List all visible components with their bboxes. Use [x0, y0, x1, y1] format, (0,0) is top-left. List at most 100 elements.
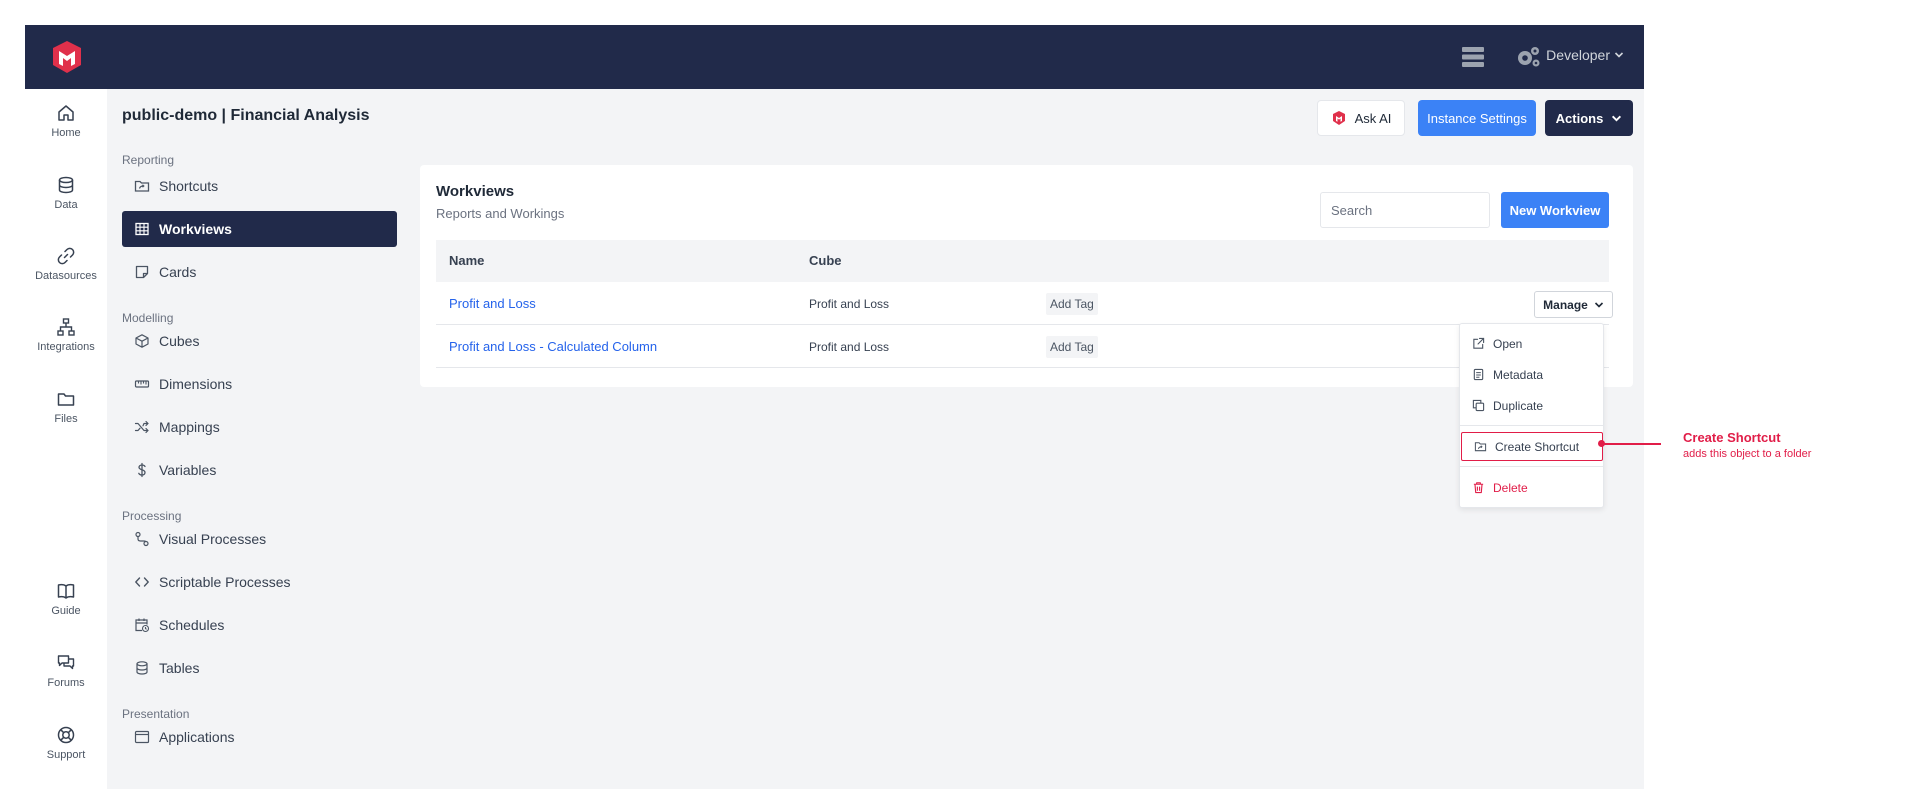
rail-item-label: Forums [47, 677, 85, 689]
sidebar-item-schedules[interactable]: Schedules [122, 607, 397, 643]
rail-item-forums[interactable]: Forums [25, 653, 107, 689]
user-menu-label: Developer [1546, 47, 1610, 63]
rail-item-datasources[interactable]: Datasources [25, 246, 107, 282]
actions-button[interactable]: Actions [1545, 100, 1633, 136]
manage-label: Manage [1543, 297, 1588, 312]
add-tag-button[interactable]: Add Tag [1046, 293, 1098, 315]
trash-icon [1473, 482, 1484, 494]
cube-icon [135, 334, 149, 348]
rail-item-files[interactable]: Files [25, 389, 107, 425]
sidebar-item-label: Dimensions [159, 376, 233, 392]
logo-icon[interactable] [47, 37, 87, 77]
sidebar-item-tables[interactable]: Tables [122, 650, 397, 686]
ruler-icon [134, 380, 150, 388]
menu-item-create-shortcut[interactable]: Create Shortcut [1461, 432, 1603, 461]
sidebar-item-workviews[interactable]: Workviews [122, 211, 397, 247]
sidebar-item-label: Applications [159, 729, 235, 745]
server-icon[interactable] [1460, 45, 1486, 69]
window-icon [134, 730, 150, 744]
rail-item-data[interactable]: Data [25, 175, 107, 211]
chevron-down-icon [1614, 52, 1624, 58]
sidebar-item-scriptable-processes[interactable]: Scriptable Processes [122, 564, 397, 600]
table-icon [135, 222, 149, 236]
card-subtitle: Reports and Workings [436, 206, 565, 221]
menu-item-label: Create Shortcut [1495, 439, 1580, 454]
sidebar-item-label: Visual Processes [159, 531, 267, 547]
workview-link[interactable]: Profit and Loss - Calculated Column [449, 339, 657, 354]
cube-cell: Profit and Loss [809, 340, 890, 354]
sidebar-item-label: Schedules [159, 617, 225, 633]
sidebar-item-label: Workviews [159, 221, 232, 237]
calendar-clock-icon [135, 618, 150, 633]
add-tag-button[interactable]: Add Tag [1046, 336, 1098, 358]
chat-icon [57, 655, 75, 670]
sidebar-item-shortcuts[interactable]: Shortcuts [122, 168, 397, 204]
instance-settings-button[interactable]: Instance Settings [1418, 100, 1536, 136]
database-icon [136, 661, 148, 675]
route-icon [135, 531, 149, 547]
project-sidebar: public-demo | Financial Analysis Reporti… [107, 89, 427, 789]
callout-subtitle: adds this object to a folder [1683, 448, 1812, 460]
sidebar-item-cards[interactable]: Cards [122, 254, 397, 290]
ask-ai-button[interactable]: Ask AI [1317, 100, 1405, 136]
menu-item-label: Metadata [1493, 367, 1544, 382]
top-bar: Developer [25, 25, 1644, 89]
link-icon [57, 247, 75, 265]
search-input[interactable] [1320, 192, 1490, 228]
rail-item-integrations[interactable]: Integrations [25, 317, 107, 353]
shuffle-icon [134, 420, 149, 434]
copy-icon [1472, 399, 1485, 412]
workviews-card: Workviews Reports and Workings New Workv… [420, 165, 1633, 387]
code-icon [135, 577, 149, 587]
logo-icon [1332, 111, 1345, 125]
menu-item-label: Duplicate [1493, 398, 1544, 413]
lifebuoy-icon [57, 726, 75, 744]
card-icon [135, 265, 149, 279]
table-header: Name Cube [436, 240, 1609, 282]
table-row: Profit and Loss Profit and Loss Add Tag … [436, 282, 1613, 325]
user-menu[interactable]: Developer [1546, 47, 1624, 63]
sidebar-item-visual-processes[interactable]: Visual Processes [122, 521, 397, 557]
dollar-icon [138, 462, 146, 478]
database-icon [58, 176, 74, 194]
rail-item-guide[interactable]: Guide [25, 581, 107, 617]
rail-item-label: Data [54, 199, 78, 211]
folder-shortcut-icon [1474, 442, 1487, 452]
rail-item-support[interactable]: Support [25, 725, 107, 761]
sidebar-item-cubes[interactable]: Cubes [122, 323, 397, 359]
menu-divider [1460, 466, 1603, 467]
menu-item-open[interactable]: Open [1460, 329, 1603, 358]
sidebar-item-label: Mappings [159, 419, 220, 435]
menu-item-delete[interactable]: Delete [1460, 473, 1603, 502]
rail-item-label: Datasources [35, 270, 97, 282]
settings-gears-icon[interactable] [1515, 45, 1541, 69]
sidebar-item-label: Cards [159, 264, 197, 280]
menu-item-duplicate[interactable]: Duplicate [1460, 391, 1603, 420]
menu-item-label: Delete [1493, 480, 1528, 495]
ask-ai-label: Ask AI [1354, 110, 1392, 126]
callout-connector-line [1601, 443, 1661, 445]
manage-button[interactable]: Manage [1534, 291, 1613, 318]
external-link-icon [1473, 337, 1485, 349]
sidebar-item-mappings[interactable]: Mappings [122, 409, 397, 445]
menu-item-label: Open [1493, 336, 1523, 351]
sidebar-item-variables[interactable]: Variables [122, 452, 397, 488]
sidebar-item-label: Shortcuts [159, 178, 219, 194]
folder-shortcut-icon [134, 180, 150, 192]
sidebar-item-label: Tables [159, 660, 200, 676]
rail-item-home[interactable]: Home [25, 103, 107, 139]
new-workview-button[interactable]: New Workview [1501, 192, 1609, 228]
sidebar-item-applications[interactable]: Applications [122, 719, 397, 755]
sidebar-item-label: Cubes [159, 333, 200, 349]
rail-item-label: Support [46, 749, 86, 761]
actions-label: Actions [1555, 110, 1604, 126]
sidebar-item-dimensions[interactable]: Dimensions [122, 366, 397, 402]
manage-dropdown-menu: Open Metadata Duplicate Create Shortcut … [1459, 323, 1604, 508]
card-title: Workviews [436, 183, 515, 200]
sitemap-icon [57, 318, 75, 336]
workview-link[interactable]: Profit and Loss [449, 296, 536, 311]
menu-item-metadata[interactable]: Metadata [1460, 360, 1603, 389]
cube-cell: Profit and Loss [809, 297, 890, 311]
folder-icon [57, 393, 75, 406]
column-header-cube: Cube [809, 253, 842, 268]
